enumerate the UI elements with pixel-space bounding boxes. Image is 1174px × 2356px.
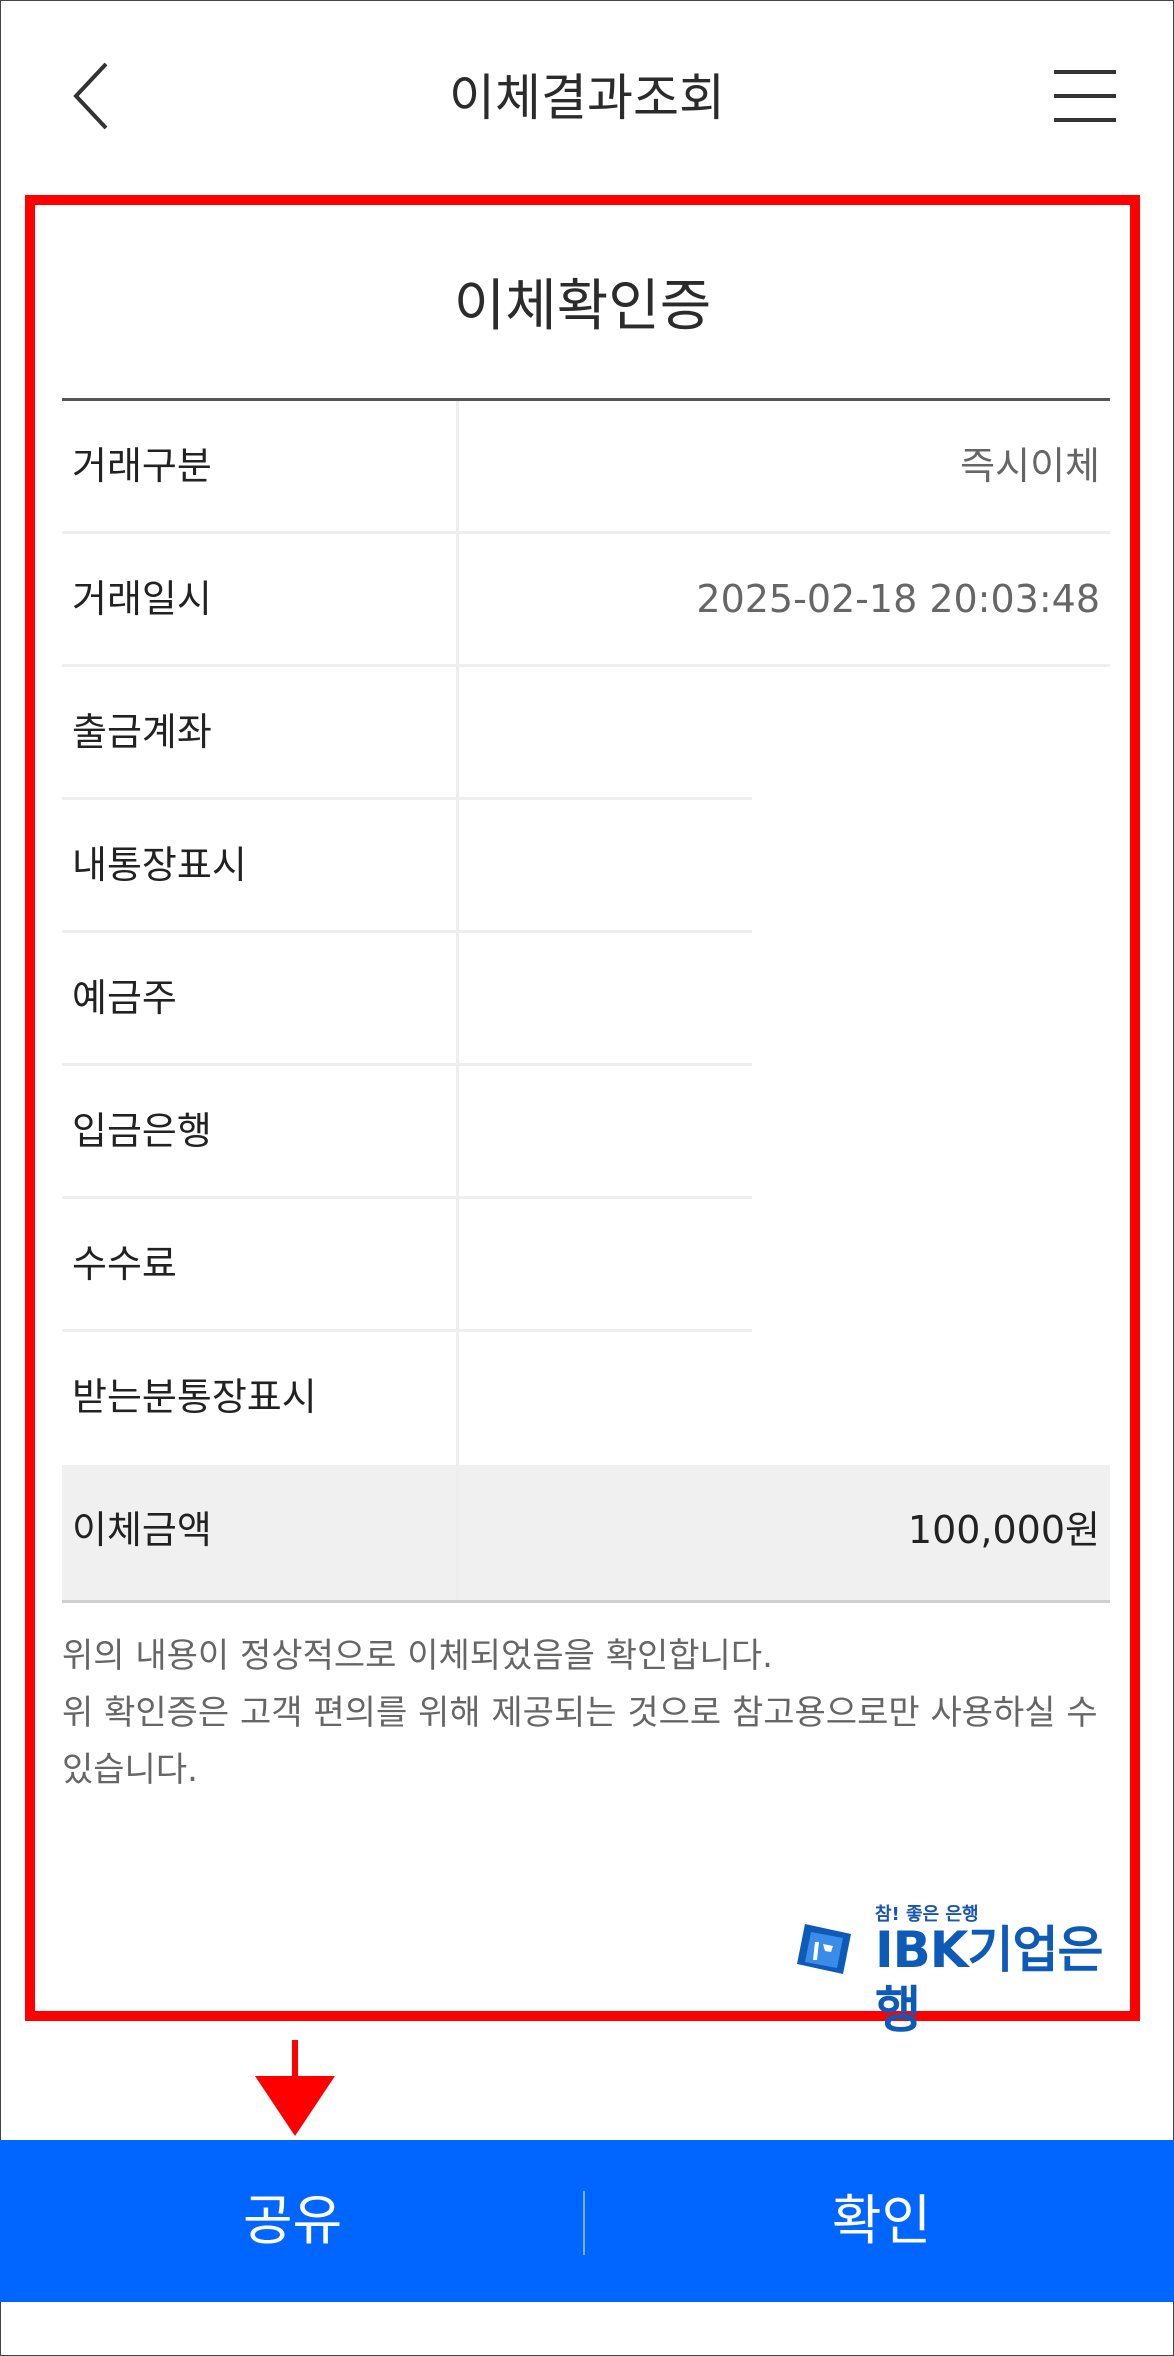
column-divider [456,401,459,534]
share-button[interactable]: 공유 [0,2140,585,2302]
column-divider [456,534,459,667]
row-label: 거래일시 [72,577,212,621]
row-value: 즉시이체 [960,444,1100,488]
amount-value: 100,000원 [907,1508,1100,1552]
down-arrow-icon [255,2040,335,2136]
row-value: 2025-02-18 20:03:48 [696,577,1100,621]
receipt-title: 이체확인증 [453,274,712,339]
table-row: 거래구분 즉시이체 [62,401,1110,534]
table-row: 거래일시 2025-02-18 20:03:48 [62,534,1110,667]
row-label: 수수료 [72,1242,177,1286]
transfer-receipt-card: 이체확인증 거래구분 즉시이체 거래일시 2025-02-18 20:03:48… [25,195,1140,2039]
column-divider [456,1066,459,1199]
button-divider [583,2191,585,2255]
header: 이체결과조회 [0,0,1174,190]
table-row: 내통장표시 [62,800,1110,933]
receipt-table: 거래구분 즉시이체 거래일시 2025-02-18 20:03:48 출금계좌 … [62,398,1110,1603]
row-label: 예금주 [72,976,177,1020]
column-divider [456,1465,459,1600]
amount-row: 이체금액 100,000원 [62,1465,1110,1603]
table-row: 입금은행 [62,1066,1110,1199]
bottom-action-bar: 공유 확인 [0,2140,1174,2302]
table-row: 출금계좌 [62,667,1110,800]
column-divider [456,667,459,800]
ibk-logo-mark-icon [797,1924,851,1974]
logo-brand-text: IBK기업은행 [875,1921,1103,2039]
page-title: 이체결과조회 [449,69,725,127]
column-divider [456,933,459,1066]
confirm-button[interactable]: 확인 [589,2140,1174,2302]
row-label: 받는분통장표시 [72,1375,317,1419]
row-label: 거래구분 [72,444,212,488]
row-label: 출금계좌 [72,710,212,754]
ibk-logo: 참! 좋은 은행 IBK기업은행 [795,1900,1125,2039]
amount-label: 이체금액 [72,1508,212,1552]
table-row: 예금주 [62,933,1110,1066]
table-row: 수수료 [62,1199,1110,1332]
row-label: 내통장표시 [72,843,247,887]
row-label: 입금은행 [72,1109,212,1153]
table-row: 받는분통장표시 [62,1332,1110,1465]
menu-button[interactable] [1052,68,1118,124]
column-divider [456,800,459,933]
notice-line: 위 확인증은 고객 편의를 위해 제공되는 것으로 참고용으로만 사용하실 수 … [62,1693,1098,1790]
hamburger-menu-icon [1054,70,1116,122]
column-divider [456,1332,459,1465]
notice-line: 위의 내용이 정상적으로 이체되었음을 확인합니다. [62,1636,773,1676]
column-divider [456,1199,459,1332]
confirmation-notice: 위의 내용이 정상적으로 이체되었음을 확인합니다. 위 확인증은 고객 편의를… [62,1628,1110,1799]
